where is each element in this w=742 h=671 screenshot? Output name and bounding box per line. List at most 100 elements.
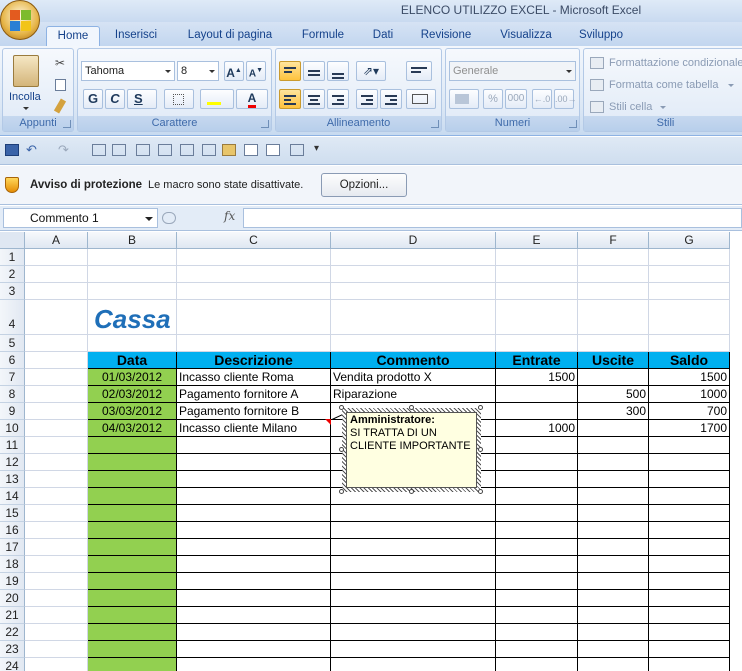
table-cell[interactable]: 1000 xyxy=(496,420,578,437)
toolbar-tool-3-icon[interactable] xyxy=(136,144,150,156)
empty-table-cell[interactable] xyxy=(578,454,649,471)
empty-cell[interactable] xyxy=(25,420,88,437)
empty-table-cell[interactable] xyxy=(649,641,730,658)
alignment-launcher-icon[interactable] xyxy=(431,120,439,128)
empty-cell[interactable] xyxy=(649,249,730,266)
empty-cell[interactable] xyxy=(496,266,578,283)
comment-resize-handle[interactable] xyxy=(408,489,414,494)
empty-cell[interactable] xyxy=(25,624,88,641)
empty-cell[interactable] xyxy=(88,335,177,352)
undo-icon[interactable]: ↶ xyxy=(26,143,40,156)
name-box[interactable]: Commento 1 xyxy=(3,208,158,228)
empty-cell[interactable] xyxy=(496,300,578,335)
empty-table-cell[interactable] xyxy=(496,573,578,590)
number-launcher-icon[interactable] xyxy=(569,120,577,128)
comment-resize-handle[interactable] xyxy=(478,405,483,410)
empty-cell[interactable] xyxy=(177,249,331,266)
empty-table-cell[interactable] xyxy=(331,641,496,658)
table-cell[interactable]: 01/03/2012 xyxy=(88,369,177,386)
empty-cell[interactable] xyxy=(25,386,88,403)
empty-table-cell[interactable] xyxy=(177,624,331,641)
options-button[interactable]: Opzioni... xyxy=(321,173,407,197)
table-cell[interactable]: 1500 xyxy=(496,369,578,386)
row-header[interactable]: 14 xyxy=(0,488,25,505)
empty-table-cell[interactable] xyxy=(496,590,578,607)
empty-cell[interactable] xyxy=(578,300,649,335)
row-header[interactable]: 13 xyxy=(0,471,25,488)
align-right-button[interactable] xyxy=(327,89,349,109)
empty-table-cell[interactable] xyxy=(496,624,578,641)
row-header[interactable]: 4 xyxy=(0,300,25,335)
empty-cell[interactable] xyxy=(88,266,177,283)
column-header-d[interactable]: D xyxy=(331,232,496,249)
empty-cell[interactable] xyxy=(25,369,88,386)
empty-table-cell[interactable] xyxy=(177,522,331,539)
empty-table-cell[interactable] xyxy=(177,539,331,556)
empty-cell[interactable] xyxy=(496,283,578,300)
empty-cell[interactable] xyxy=(25,266,88,283)
empty-table-cell[interactable] xyxy=(88,505,177,522)
table-cell[interactable]: Pagamento fornitore B xyxy=(177,403,331,420)
empty-table-cell[interactable] xyxy=(331,658,496,671)
empty-table-cell[interactable] xyxy=(649,556,730,573)
empty-cell[interactable] xyxy=(25,590,88,607)
table-header-cell[interactable]: Uscite xyxy=(578,352,649,369)
empty-table-cell[interactable] xyxy=(496,641,578,658)
row-header[interactable]: 9 xyxy=(0,403,25,420)
thousands-button[interactable]: 000 xyxy=(505,89,527,109)
empty-cell[interactable] xyxy=(25,658,88,671)
merge-center-button[interactable] xyxy=(406,89,436,109)
empty-cell[interactable] xyxy=(331,300,496,335)
empty-table-cell[interactable] xyxy=(496,658,578,671)
row-header[interactable]: 18 xyxy=(0,556,25,573)
align-left-button[interactable] xyxy=(279,89,301,109)
comment-text[interactable]: SI TRATTA DI UN CLIENTE IMPORTANTE xyxy=(350,427,473,453)
column-header-e[interactable]: E xyxy=(496,232,578,249)
save-icon[interactable] xyxy=(5,144,19,156)
comment-resize-handle[interactable] xyxy=(408,405,414,410)
table-cell[interactable]: Riparazione xyxy=(331,386,496,403)
column-header-b[interactable]: B xyxy=(88,232,177,249)
name-box-arrow-icon[interactable] xyxy=(145,217,153,221)
empty-table-cell[interactable] xyxy=(331,590,496,607)
row-header[interactable]: 10 xyxy=(0,420,25,437)
empty-table-cell[interactable] xyxy=(331,522,496,539)
tab-formule[interactable]: Formule xyxy=(292,26,354,46)
font-color-button[interactable]: A xyxy=(236,89,268,109)
tab-inserisci[interactable]: Inserisci xyxy=(106,26,166,46)
empty-cell[interactable] xyxy=(496,249,578,266)
empty-cell[interactable] xyxy=(25,454,88,471)
empty-table-cell[interactable] xyxy=(649,471,730,488)
empty-cell[interactable] xyxy=(177,335,331,352)
shrink-font-button[interactable]: A▼ xyxy=(246,61,266,81)
empty-cell[interactable] xyxy=(331,335,496,352)
empty-table-cell[interactable] xyxy=(578,522,649,539)
empty-table-cell[interactable] xyxy=(496,437,578,454)
row-header[interactable]: 1 xyxy=(0,249,25,266)
empty-table-cell[interactable] xyxy=(649,590,730,607)
print-preview-icon[interactable] xyxy=(266,144,280,156)
empty-cell[interactable] xyxy=(25,471,88,488)
font-launcher-icon[interactable] xyxy=(261,120,269,128)
italic-button[interactable]: C xyxy=(105,89,125,109)
table-cell[interactable]: 02/03/2012 xyxy=(88,386,177,403)
table-cell[interactable] xyxy=(578,369,649,386)
column-header-f[interactable]: F xyxy=(578,232,649,249)
insert-function-button[interactable]: fx xyxy=(224,209,235,223)
empty-cell[interactable] xyxy=(177,300,331,335)
tab-revisione[interactable]: Revisione xyxy=(412,26,480,46)
empty-table-cell[interactable] xyxy=(88,471,177,488)
empty-table-cell[interactable] xyxy=(496,607,578,624)
empty-table-cell[interactable] xyxy=(578,658,649,671)
row-header[interactable]: 7 xyxy=(0,369,25,386)
empty-cell[interactable] xyxy=(88,249,177,266)
row-header[interactable]: 15 xyxy=(0,505,25,522)
empty-cell[interactable] xyxy=(25,607,88,624)
toolbar-tool-2-icon[interactable] xyxy=(112,144,126,156)
empty-cell[interactable] xyxy=(578,283,649,300)
comment-resize-handle[interactable] xyxy=(339,405,344,410)
empty-table-cell[interactable] xyxy=(177,505,331,522)
empty-table-cell[interactable] xyxy=(177,471,331,488)
empty-table-cell[interactable] xyxy=(578,624,649,641)
empty-cell[interactable] xyxy=(25,556,88,573)
